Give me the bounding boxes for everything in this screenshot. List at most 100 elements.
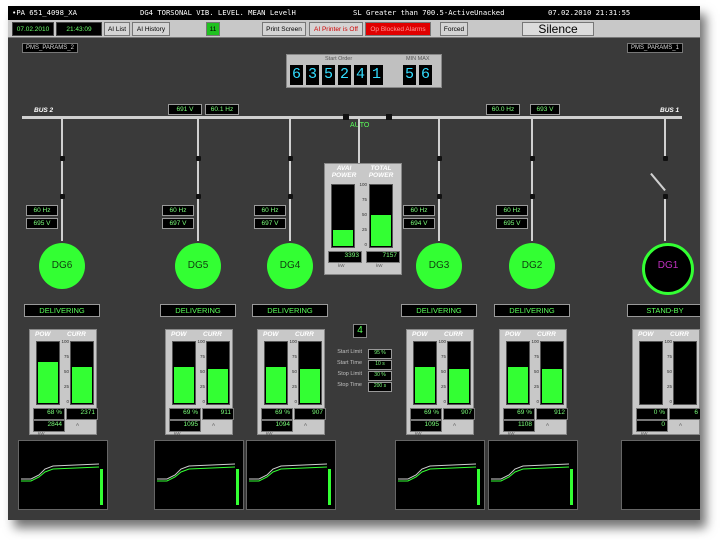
breaker-indicator[interactable] <box>437 156 442 161</box>
print-screen-button[interactable]: Print Screen <box>262 22 306 36</box>
generator-trend-graph[interactable] <box>246 440 336 510</box>
silence-button[interactable]: Silence <box>522 22 594 36</box>
breaker-indicator[interactable] <box>288 194 293 199</box>
pow-header: POW <box>505 331 521 338</box>
generator-trend-graph[interactable] <box>18 440 108 510</box>
scale-label: 100 <box>531 339 539 344</box>
scale-label: 100 <box>197 339 205 344</box>
generator-load-panel: POW CURR 100 75 50 25 0 69 % 907 1094 kW A <box>257 329 326 436</box>
generator-trend-graph[interactable] <box>395 440 485 510</box>
curr-header: CURR <box>537 331 556 338</box>
feeder-line <box>61 119 63 241</box>
bus-tie-breaker-right[interactable] <box>386 114 392 120</box>
breaker-indicator[interactable] <box>60 194 65 199</box>
feeder-line <box>197 119 199 241</box>
blocked-alarms-button[interactable]: Op Blocked Alarms <box>365 22 431 36</box>
breaker-indicator[interactable] <box>663 156 668 161</box>
breaker-indicator[interactable] <box>530 156 535 161</box>
power-percent-value: 69 % <box>410 408 442 420</box>
toolbar-time: 21:43:09 <box>56 22 102 36</box>
start-order-digit: 6 <box>290 65 303 85</box>
main-busbar <box>22 116 682 119</box>
trend-svg <box>398 463 480 505</box>
bus-2-voltage: 691 V <box>168 104 202 115</box>
scale-label: 0 <box>443 399 446 404</box>
trend-line-current <box>398 466 477 482</box>
generator-load-panel: POW CURR 100 75 50 25 0 0 % 6 0 kW A <box>632 329 700 436</box>
current-value: 2371 <box>66 408 98 420</box>
forced-button[interactable]: Forced <box>440 22 468 36</box>
total-power-value: 7157 <box>366 251 400 263</box>
scale-label: 100 <box>438 339 446 344</box>
amp-unit-label: A <box>304 422 308 427</box>
scale-label: 25 <box>199 384 205 389</box>
power-bar-fill <box>38 362 58 403</box>
curr-header: CURR <box>670 331 689 338</box>
generator-status: DELIVERING <box>24 304 100 317</box>
ai-history-button[interactable]: AI History <box>132 22 170 36</box>
scale-label: 25 <box>533 384 539 389</box>
generator-load-panel: POW CURR 100 75 50 25 0 69 % 911 1095 kW A <box>165 329 234 436</box>
scale-label: 50 <box>63 369 69 374</box>
scale-label: 100 <box>359 182 367 187</box>
stop-time-value[interactable]: 200 s <box>368 382 392 392</box>
min-digit: 5 <box>403 65 416 85</box>
feeder-line <box>664 198 666 241</box>
breaker-indicator[interactable] <box>196 156 201 161</box>
current-value: 911 <box>202 408 234 420</box>
amp-unit-label: A <box>76 422 80 427</box>
alarm-source: •PA 651_4098_XA <box>12 8 77 17</box>
bus-tie-breaker-left[interactable] <box>343 114 349 120</box>
scale-label: 25 <box>63 384 69 389</box>
kw-unit-label: kW <box>508 431 515 436</box>
feeder-line <box>664 119 666 159</box>
feeder-line <box>531 119 533 241</box>
pms-params-2-link[interactable]: PMS_PARAMS_2 <box>22 43 78 53</box>
scale-label: 50 <box>199 369 205 374</box>
ai-list-button[interactable]: AI List <box>104 22 130 36</box>
breaker-indicator[interactable] <box>288 156 293 161</box>
scale-label: 75 <box>440 354 446 359</box>
power-bar-fill <box>508 367 528 403</box>
generator-symbol-dg1[interactable]: DG1 <box>642 243 694 295</box>
open-breaker-switch[interactable] <box>650 172 666 192</box>
alarm-message: DG4 TORSONAL VIB. LEVEL. MEAN LevelH <box>140 8 296 17</box>
breaker-indicator[interactable] <box>196 194 201 199</box>
generator-trend-graph[interactable] <box>488 440 578 510</box>
trend-line-power <box>157 463 236 480</box>
breaker-indicator[interactable] <box>530 194 535 199</box>
current-bar-fill <box>300 368 320 403</box>
breaker-indicator[interactable] <box>60 156 65 161</box>
generator-symbol-dg2[interactable]: DG2 <box>509 243 555 289</box>
trend-line-current <box>249 466 328 482</box>
toolbar-date: 07.02.2010 <box>12 22 54 36</box>
generator-trend-graph[interactable] <box>154 440 244 510</box>
breaker-indicator[interactable] <box>437 194 442 199</box>
scale-label: 0 <box>294 399 297 404</box>
trend-level-bar <box>328 469 331 505</box>
start-limit-value[interactable]: 95 % <box>368 349 392 359</box>
generator-symbol-dg3[interactable]: DG3 <box>416 243 462 289</box>
running-gen-count: 4 <box>353 324 367 338</box>
generator-symbol-dg4[interactable]: DG4 <box>267 243 313 289</box>
generator-trend-graph[interactable] <box>621 440 700 510</box>
breaker-indicator[interactable] <box>663 194 668 199</box>
start-time-value[interactable]: 10 s <box>368 360 392 370</box>
ai-printer-off-button[interactable]: AI Printer is Off <box>309 22 363 36</box>
scale-label: 25 <box>291 384 297 389</box>
alarm-bar[interactable]: •PA 651_4098_XA DG4 TORSONAL VIB. LEVEL.… <box>8 6 700 20</box>
current-bar-fill <box>449 368 469 403</box>
scale-label: 25 <box>666 384 672 389</box>
scale-label: 75 <box>63 354 69 359</box>
trend-svg <box>21 463 103 505</box>
stop-limit-value[interactable]: 30 % <box>368 371 392 381</box>
generator-symbol-dg6[interactable]: DG6 <box>39 243 85 289</box>
scale-label: 50 <box>533 369 539 374</box>
current-value: 907 <box>443 408 475 420</box>
alarm-count-badge[interactable]: 11 <box>206 22 220 36</box>
kw-unit-label: kW <box>415 431 422 436</box>
pms-params-1-link[interactable]: PMS_PARAMS_1 <box>627 43 683 53</box>
generator-symbol-dg5[interactable]: DG5 <box>175 243 221 289</box>
start-order-panel: Start Order MIN MAX 6 3 5 2 4 1 5 6 <box>286 54 442 88</box>
avail-power-value: 3393 <box>328 251 362 263</box>
